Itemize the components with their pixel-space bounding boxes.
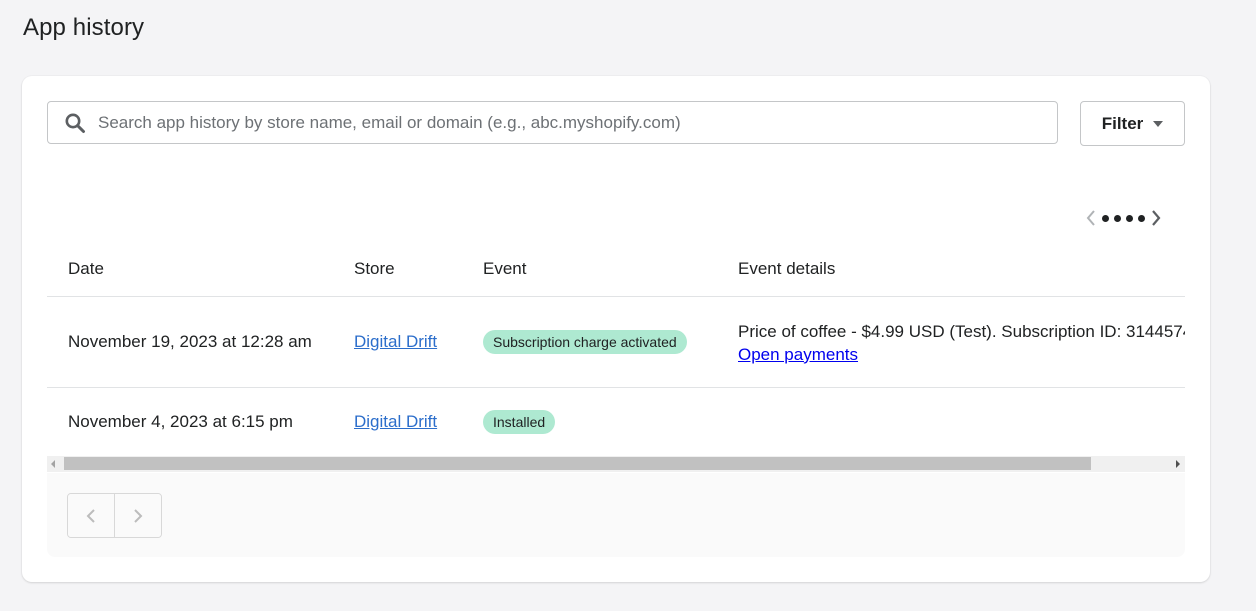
event-cell: Installed [462,388,717,457]
pager-dots [1102,214,1145,222]
filter-label: Filter [1101,113,1144,133]
event-details-cell [717,388,1185,457]
event-badge: Subscription charge activated [483,330,687,354]
table-header-row: Date Store Event Event details [47,241,1185,297]
pager-dot [1126,214,1133,222]
store-link[interactable]: Digital Drift [354,332,437,351]
open-payments-link[interactable]: Open payments [738,344,858,366]
event-details-text: Price of coffee - $4.99 USD (Test). Subs… [738,321,1185,341]
column-header-store: Store [333,241,462,297]
column-header-event: Event [462,241,717,297]
search-field[interactable] [47,101,1058,144]
pager-dot [1114,214,1121,222]
store-cell: Digital Drift [333,388,462,457]
filter-button[interactable]: Filter [1080,101,1185,146]
page-title: App history [23,14,145,41]
chevron-left-icon [86,508,95,523]
store-cell: Digital Drift [333,296,462,388]
date-cell: November 4, 2023 at 6:15 pm [68,412,293,431]
chevron-right-icon[interactable] [1151,209,1161,227]
pager-dot [1138,214,1145,222]
event-badge: Installed [483,410,556,434]
event-cell: Subscription charge activated [462,296,717,388]
next-page-button[interactable] [114,494,161,537]
event-details-cell: Price of coffee - $4.99 USD (Test). Subs… [717,296,1185,388]
caret-down-icon [1153,120,1164,127]
history-table: Date Store Event Event details November … [47,241,1185,456]
store-link[interactable]: Digital Drift [354,412,437,431]
pager-dot [1102,214,1109,222]
column-pager [1086,208,1161,228]
search-icon [64,112,86,134]
chevron-left-icon[interactable] [1086,209,1096,227]
table-footer [47,473,1185,557]
column-header-event-details: Event details [717,241,1185,297]
date-cell: November 19, 2023 at 12:28 am [47,296,333,388]
pagination [67,493,162,538]
scroll-left-arrow-icon[interactable] [51,460,55,468]
scrollbar-thumb[interactable] [64,457,1091,470]
search-input[interactable] [98,112,1057,133]
previous-page-button[interactable] [68,494,114,537]
chevron-right-icon [134,508,143,523]
scroll-right-arrow-icon[interactable] [1176,460,1180,468]
column-header-date: Date [47,241,333,297]
table-row: November 19, 2023 at 12:28 am Digital Dr… [47,296,1185,388]
horizontal-scrollbar[interactable] [47,456,1185,472]
app-history-card: Filter Date Store Event E [22,76,1210,582]
table-row: November 4, 2023 at 6:15 pm Digital Drif… [47,388,1185,457]
